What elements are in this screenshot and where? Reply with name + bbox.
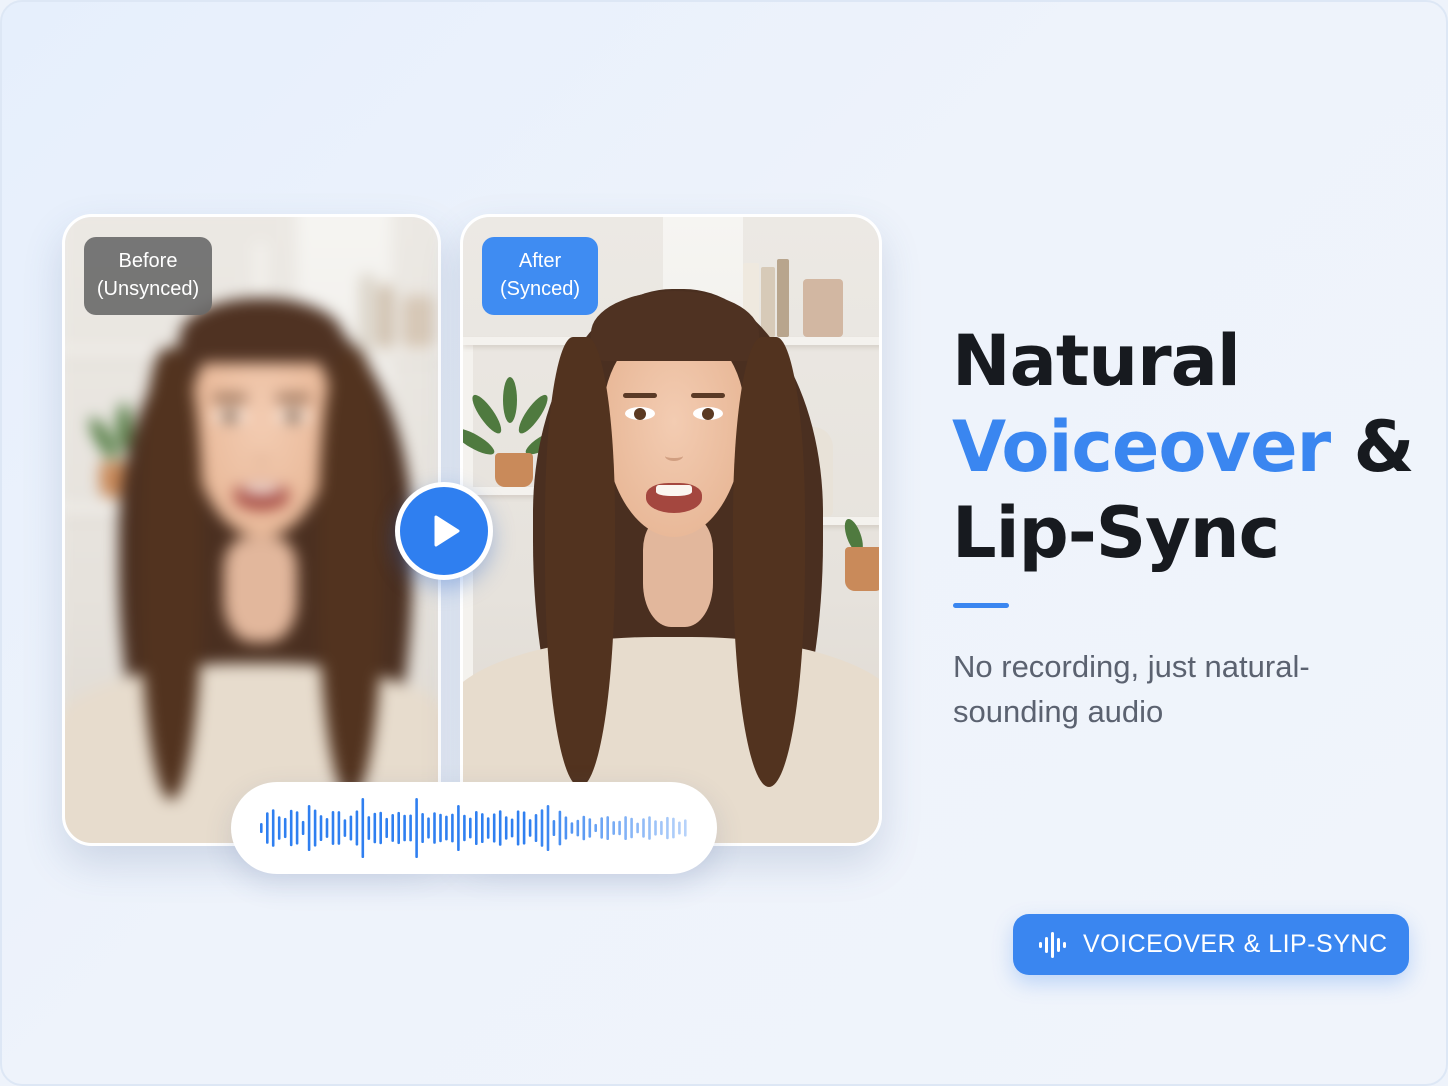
headline-ampersand: & [1330,406,1414,488]
before-label: Before (Unsynced) [96,250,200,300]
waveform-bar [672,817,675,839]
tag-label: VOICEOVER & LIP-SYNC [1083,930,1388,958]
waveform-bar [337,811,341,845]
headline-accent: Voiceover [952,406,1331,488]
waveform-bar [642,818,645,838]
waveform-bar [522,811,526,845]
waveform-bar [612,821,615,835]
waveform-bar [397,811,400,845]
waveform-bar [289,809,293,847]
waveform-bar [504,816,508,840]
waveform-bar [421,813,424,843]
headline-line-1: Natural [952,320,1241,402]
waveform-bar [451,813,454,843]
audio-waveform-icon [260,798,687,858]
after-video-card[interactable]: After (Synced) [460,214,882,846]
waveform-bar [409,814,412,842]
waveform-bar [636,822,639,834]
waveform-bar [678,821,681,835]
waveform-bar [319,815,323,841]
waveform-bar [492,813,496,843]
waveform-bar [367,816,371,840]
waveform-bar [481,813,484,843]
waveform-bar [439,813,442,843]
waveform-bar [475,811,478,845]
waveform-bar [403,814,406,842]
subtitle: No recording, just natural-sounding audi… [953,649,1310,729]
waveform-bar [516,810,520,846]
waveform-bar [457,805,460,851]
waveform-bar [666,816,669,840]
waveform-bar [379,811,382,845]
waveform-bar [266,812,269,844]
promo-canvas: Before (Unsynced) After (Synced) Natural… [0,0,1448,1086]
waveform-bar [415,798,418,858]
waveform-bar [343,819,347,837]
waveform-bar [540,809,544,847]
accent-divider [953,603,1009,608]
waveform-bar [391,814,394,842]
waveform-bar [582,815,586,841]
headline-line-2: Voiceover & [952,404,1415,490]
headline-line-3: Lip-Sync [952,492,1280,574]
waveform-bar [558,810,562,846]
waveform-bar [361,798,365,858]
waveform-bar [546,805,550,851]
waveform-bar [630,817,633,839]
audio-waveform-bar[interactable] [231,782,717,874]
waveform-bar [624,816,627,840]
play-icon [434,515,460,547]
waveform-bar [349,815,353,841]
waveform-bar [528,819,532,837]
waveform-bar [606,816,609,840]
waveform-bar [618,820,621,836]
waveform-bar [576,819,580,837]
waveform-bar [325,818,329,838]
waveform-bar [313,809,317,847]
before-video-card[interactable]: Before (Unsynced) [62,214,441,846]
audio-wave-icon [1039,931,1066,958]
waveform-bar [588,818,592,838]
waveform-bar [654,820,657,836]
waveform-bar [277,816,281,840]
waveform-bar [301,820,305,835]
voiceover-lipsync-tag-button[interactable]: VOICEOVER & LIP-SYNC [1013,914,1409,975]
waveform-bar [660,820,663,836]
waveform-bar [534,814,538,842]
play-button[interactable] [395,482,493,580]
waveform-bar [570,822,574,834]
before-label-badge: Before (Unsynced) [84,237,212,315]
waveform-bar [385,817,388,838]
waveform-bar [552,820,556,836]
waveform-bar [648,816,651,840]
waveform-bar [283,817,287,839]
waveform-bar [355,810,359,846]
waveform-bar [498,810,502,846]
waveform-bar [271,809,275,847]
waveform-bar [331,811,335,845]
page-title: Natural Voiceover & Lip-Sync [952,318,1415,576]
waveform-bar [486,817,490,839]
waveform-bar [564,816,568,840]
waveform-bar [433,812,436,844]
waveform-bar [510,818,514,838]
waveform-bar [427,817,430,839]
waveform-bar [445,815,448,841]
waveform-bar [600,817,603,839]
after-label-badge: After (Synced) [482,237,598,315]
after-label: After (Synced) [499,250,581,300]
waveform-bar [463,814,466,842]
waveform-bar [373,812,377,844]
waveform-bar [594,823,597,832]
waveform-bar [295,811,299,845]
waveform-bar [260,823,263,833]
waveform-bar [684,819,687,837]
waveform-bar [469,817,472,839]
waveform-bar [307,805,311,851]
